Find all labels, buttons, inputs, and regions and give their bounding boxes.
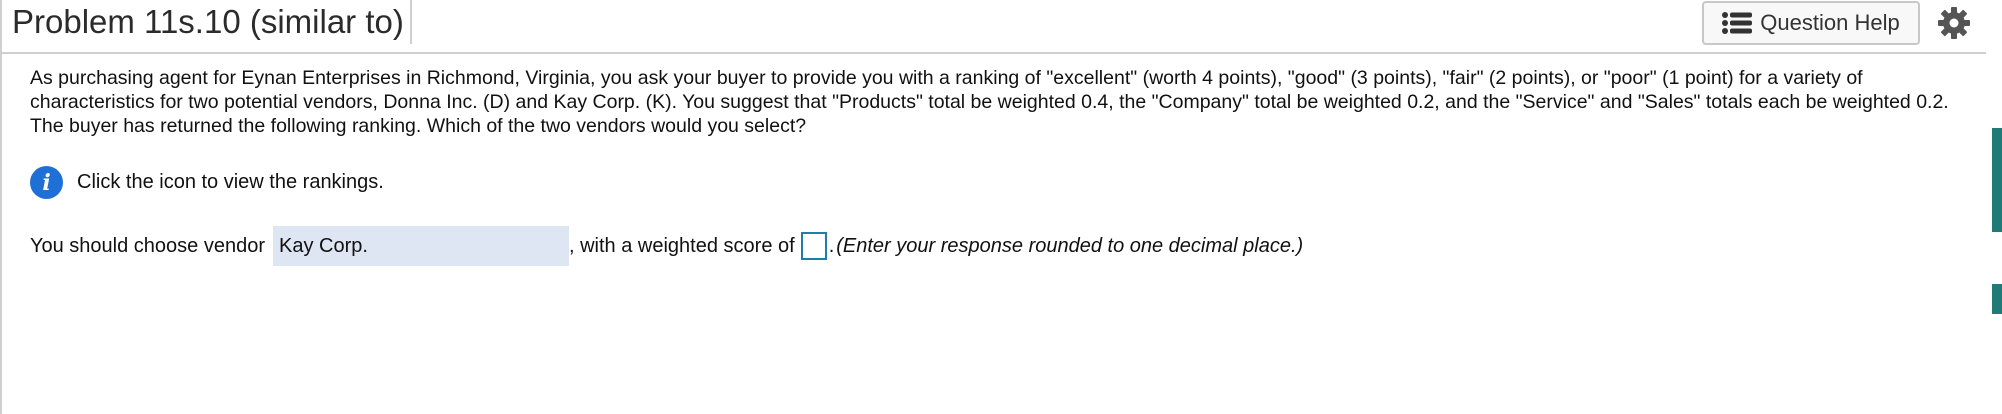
list-icon [1722,12,1753,34]
vendor-select[interactable]: Kay Corp. [273,226,569,266]
problem-frame: Problem 11s.10 (similar to) Question Hel… [0,0,2002,414]
question-help-label: Question Help [1760,10,1900,35]
rounding-note: (Enter your response rounded to one deci… [836,234,1304,257]
weighted-score-input[interactable] [800,232,827,260]
answer-row: You should choose vendor Kay Corp. , wit… [30,226,1303,266]
rankings-info-row: i Click the icon to view the rankings. [30,166,384,199]
vendor-select-value: Kay Corp. [279,234,368,257]
side-accent-bar [1992,128,2002,232]
answer-period: . [828,234,835,257]
header-bar: Problem 11s.10 (similar to) Question Hel… [2,0,1986,54]
info-text: Click the icon to view the rankings. [77,171,384,193]
question-help-button[interactable]: Question Help [1702,1,1920,45]
problem-statement: As purchasing agent for Eynan Enterprise… [30,66,1950,138]
answer-middle-text: , with a weighted score of [569,234,795,257]
side-accent-bar [1992,284,2002,314]
answer-prefix: You should choose vendor [30,234,265,257]
page-title: Problem 11s.10 (similar to) [12,0,412,44]
gear-icon[interactable] [1936,5,1972,41]
problem-text: As purchasing agent for Eynan Enterprise… [30,67,1949,137]
info-icon[interactable]: i [30,166,63,199]
